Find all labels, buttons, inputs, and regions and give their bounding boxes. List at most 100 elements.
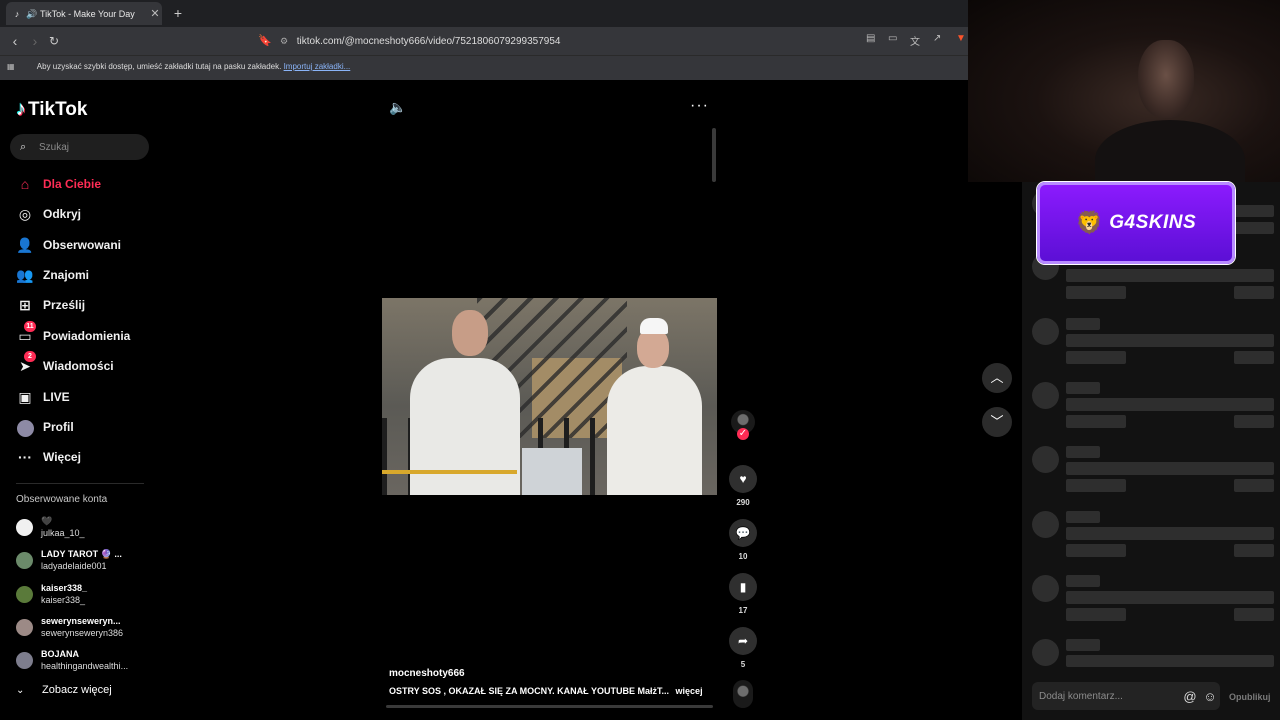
nav-explore[interactable]: ◎ Odkryj (16, 204, 81, 224)
search-input[interactable]: ⌕ Szukaj (10, 134, 149, 160)
skeleton-avatar (1032, 382, 1059, 409)
new-tab-button[interactable]: + (170, 4, 186, 22)
brave-shield-icon[interactable]: ▼ (956, 33, 966, 44)
translate-icon[interactable]: 文 (910, 33, 920, 48)
video-frame[interactable] (382, 298, 717, 495)
save-action[interactable]: ▮ 17 (729, 573, 757, 615)
bookmark-icon[interactable]: 🔖 (256, 32, 274, 50)
reload-icon[interactable]: ↻ (45, 32, 63, 50)
browser-tab[interactable]: ♪ 🔊 TikTok - Make Your Day ✕ (6, 2, 162, 25)
caption-text: OSTRY SOS , OKAZAŁ SIĘ ZA MOCNY. KANAŁ Y… (389, 686, 670, 696)
creator-avatar[interactable]: ✓ (731, 410, 755, 446)
comment-input[interactable]: Dodaj komentarz... @ ☺ (1032, 682, 1220, 710)
nav-friends[interactable]: 👥 Znajomi (16, 265, 89, 285)
skeleton-avatar (1032, 639, 1059, 666)
cast-icon[interactable]: ▭ (888, 33, 897, 44)
see-more-button[interactable]: ⌄ Zobacz więcej (16, 684, 112, 696)
publish-comment-button[interactable]: Opublikuj (1229, 692, 1271, 702)
skeleton-line (1066, 269, 1274, 282)
account-name: kaiser338_ (41, 583, 88, 593)
nav-following[interactable]: 👤 Obserwowani (16, 235, 121, 255)
bookmarks-bar: ▦ Aby uzyskać szybki dostęp, umieść zakł… (0, 55, 968, 80)
nav-label: Powiadomienia (43, 329, 131, 343)
nav-label: Więcej (43, 450, 81, 464)
import-bookmarks-link[interactable]: Importuj zakładki... (284, 62, 351, 71)
mention-icon[interactable]: @ (1180, 689, 1200, 704)
live-icon: ▣ (18, 389, 32, 405)
skeleton-line (1234, 479, 1274, 492)
address-bar[interactable]: ⚙ tiktok.com/@mocneshoty666/video/752180… (280, 31, 950, 51)
save-count: 17 (738, 606, 748, 615)
tiktok-logo[interactable]: ♪ TikTok (16, 98, 87, 121)
nav-label: Odkryj (43, 207, 82, 221)
music-disc-avatar[interactable] (733, 680, 753, 708)
close-tab-icon[interactable]: ✕ (148, 7, 162, 20)
search-icon: ⌕ (20, 140, 27, 153)
follow-icon[interactable]: ✓ (737, 428, 749, 440)
profile-avatar (16, 418, 34, 437)
volume-icon[interactable]: 🔈 (389, 99, 406, 116)
skeleton-line (1066, 398, 1274, 411)
nav-for-you[interactable]: ⌂ Dla Ciebie (16, 174, 101, 194)
emoji-icon[interactable]: ☺ (1200, 689, 1220, 704)
followed-account[interactable]: sewerynseweryn... sewerynseweryn386 (16, 612, 123, 642)
video-scrollbar[interactable] (712, 128, 716, 182)
account-handle: kaiser338_ (41, 595, 86, 605)
nav-label: LIVE (43, 390, 70, 404)
nav-label: Obserwowani (43, 238, 122, 252)
followed-account[interactable]: kaiser338_ kaiser338_ (16, 579, 87, 609)
nav-notifications[interactable]: ▭ 11 Powiadomienia (16, 321, 131, 346)
nav-label: Prześlij (43, 298, 86, 312)
skeleton-line (1066, 655, 1274, 667)
nav-upload[interactable]: ⊞ Prześlij (16, 295, 85, 315)
followed-accounts-title: Obserwowane konta (16, 494, 108, 505)
comment-action[interactable]: 💬 10 (729, 519, 757, 561)
nav-more[interactable]: ··· Więcej (16, 447, 81, 467)
audio-playing-icon: 🔊 (26, 8, 38, 19)
webcam-person-face (1138, 40, 1194, 118)
nav-profile[interactable]: Profil (16, 417, 74, 437)
heart-icon[interactable]: ♥ (729, 465, 757, 493)
followed-account[interactable]: BOJANA healthingandwealthi... (16, 645, 128, 675)
back-icon[interactable]: ‹ (6, 32, 24, 50)
skeleton-line (1066, 639, 1100, 651)
share-icon[interactable]: ➦ (729, 627, 757, 655)
skeleton-line (1066, 575, 1100, 587)
avatar (16, 518, 33, 536)
like-action[interactable]: ♥ 290 (729, 465, 757, 507)
reader-mode-icon[interactable]: ▤ (866, 33, 875, 44)
comment-count: 10 (738, 552, 748, 561)
video-person-left-head (452, 310, 488, 356)
share-action[interactable]: ➦ 5 (729, 627, 757, 669)
video-author[interactable]: mocneshoty666 (389, 668, 465, 679)
nav-label: Dla Ciebie (43, 177, 102, 191)
video-progress-bar[interactable] (386, 705, 713, 708)
skeleton-avatar (1032, 575, 1059, 602)
apps-grid-icon[interactable]: ▦ (7, 56, 21, 78)
nav-label: Wiadomości (43, 359, 114, 373)
forward-icon[interactable]: › (26, 32, 44, 50)
site-info-icon[interactable]: ⚙ (280, 31, 294, 51)
followed-account[interactable]: LADY TAROT 🔮 ... ladyadelaide001 (16, 545, 122, 575)
next-video-button[interactable]: ﹀ (982, 407, 1012, 437)
skeleton-line (1066, 318, 1100, 330)
nav-messages[interactable]: ➤ 2 Wiadomości (16, 351, 114, 376)
share-page-icon[interactable]: ↗ (933, 33, 941, 44)
followed-account[interactable]: 🖤 julkaa_10_ (16, 512, 85, 542)
caption-more-link[interactable]: więcej (676, 686, 703, 696)
tiktok-note-icon: ♪ (16, 98, 26, 120)
skeleton-line (1234, 415, 1274, 428)
more-options-icon[interactable]: ··· (690, 97, 709, 115)
skeleton-line (1234, 286, 1274, 299)
nav-live[interactable]: ▣ LIVE (16, 387, 70, 407)
nav-label: Profil (43, 420, 74, 434)
logo-text: TikTok (28, 98, 88, 120)
account-name: 🖤 (41, 516, 53, 526)
comment-icon[interactable]: 💬 (729, 519, 757, 547)
skeleton-line (1234, 544, 1274, 557)
account-handle: julkaa_10_ (41, 528, 85, 538)
bookmark-save-icon[interactable]: ▮ (729, 573, 757, 601)
previous-video-button[interactable]: ︿ (982, 363, 1012, 393)
avatar (16, 651, 33, 669)
video-person-right (607, 366, 702, 495)
